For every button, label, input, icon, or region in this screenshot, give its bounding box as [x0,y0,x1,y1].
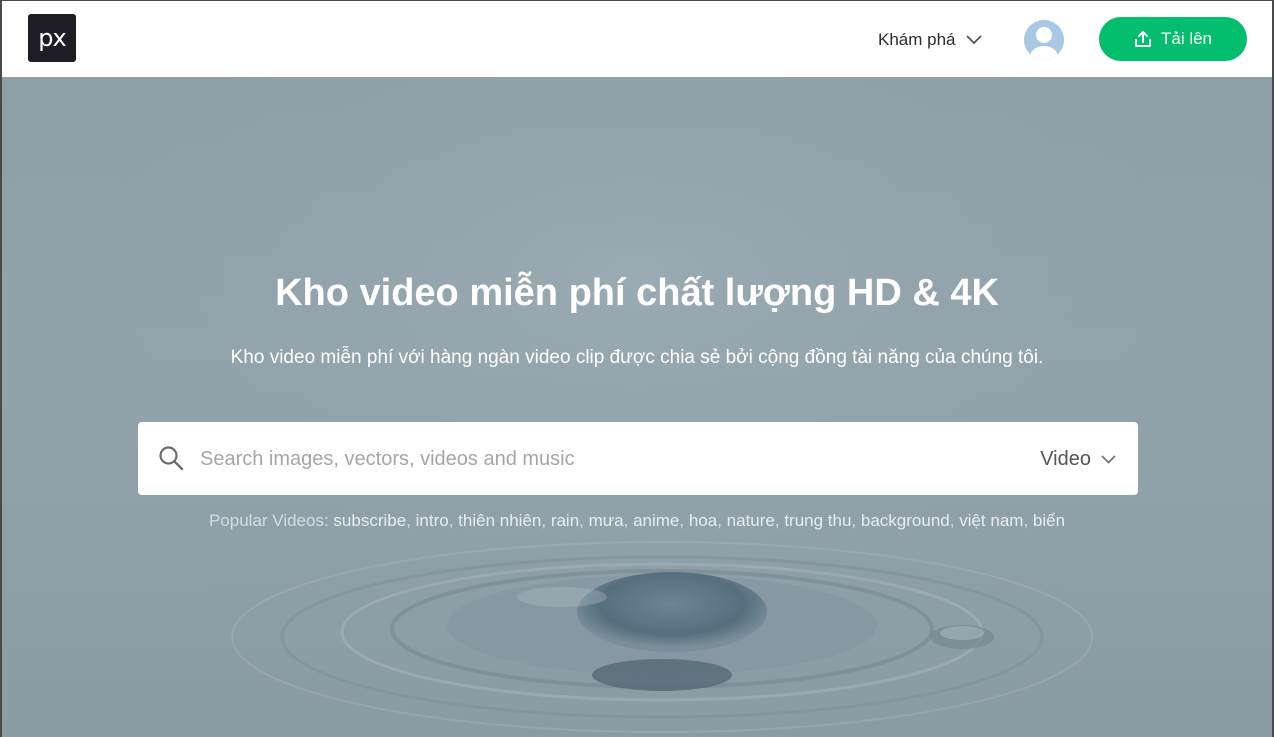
popular-tag-link[interactable]: biển [1033,511,1065,530]
media-type-label: Video [1040,447,1091,470]
popular-tag-link[interactable]: rain [551,511,579,530]
upload-button[interactable]: Tải lên [1099,17,1247,61]
popular-tag-link[interactable]: việt nam [959,511,1023,530]
hero-title: Kho video miễn phí chất lượng HD & 4K [275,272,999,314]
upload-label: Tải lên [1160,29,1213,48]
explore-menu[interactable]: Khám phá [878,29,982,51]
search-icon[interactable] [158,445,184,471]
popular-tag-link[interactable]: thiên nhiên [458,511,541,530]
hero-section: Kho video miễn phí chất lượng HD & 4K Kh… [2,77,1272,737]
explore-label: Khám phá [878,30,956,49]
upload-icon [1134,31,1151,47]
search-bar: Video [138,422,1138,495]
popular-tag-link[interactable]: background [861,511,950,530]
popular-label: Popular Videos: [208,511,329,530]
user-silhouette-icon [1030,27,1058,60]
hero-subtitle: Kho video miễn phí với hàng ngàn video c… [230,347,1044,368]
chevron-down-icon [965,35,982,45]
chevron-down-icon [1101,454,1116,464]
popular-tags-list: subscribe, intro, thiên nhiên, rain, mưa… [333,511,1066,530]
user-avatar-icon[interactable] [1024,20,1064,60]
popular-tag-link[interactable]: mưa [589,511,624,530]
search-input[interactable] [200,440,1020,478]
water-drop-background-image [2,77,1272,737]
popular-tag-link[interactable]: subscribe [333,511,406,530]
popular-tag-link[interactable]: intro [416,511,449,530]
popular-tag-link[interactable]: hoa [689,511,717,530]
browser-frame: px Khám phá Tải lên Kho video miễn phí c… [0,0,1274,737]
site-header: px Khám phá Tải lên [2,1,1272,77]
popular-tag-link[interactable]: nature [727,511,775,530]
popular-tag-link[interactable]: anime [633,511,679,530]
popular-tag-link[interactable]: trung thu [784,511,851,530]
pixabay-logo[interactable]: px [28,14,76,62]
media-type-dropdown[interactable]: Video [1040,447,1116,471]
popular-videos: Popular Videos: subscribe, intro, thiên … [2,511,1272,531]
